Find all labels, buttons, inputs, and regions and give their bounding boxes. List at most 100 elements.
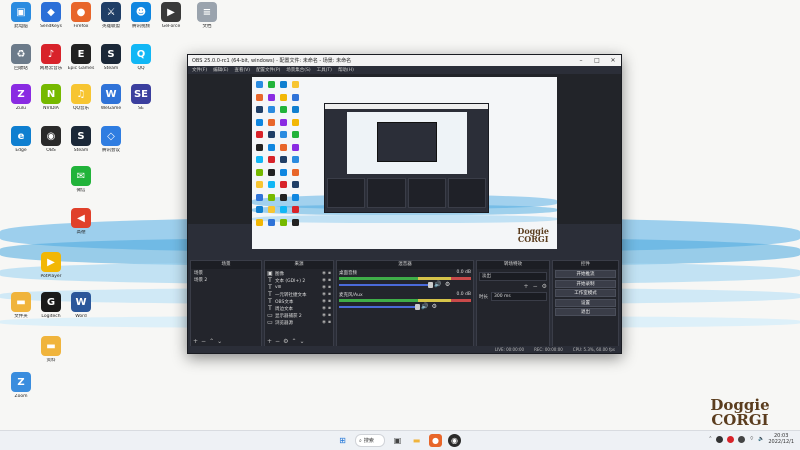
remove-icon[interactable]: −: [533, 283, 538, 290]
desktop-icon[interactable]: W Word: [64, 292, 98, 324]
gear-icon[interactable]: ⚙: [283, 338, 288, 345]
desktop-icon[interactable]: ☻ 腾讯视频: [124, 2, 158, 34]
taskbar-app-icon[interactable]: ●: [429, 434, 442, 447]
gear-icon[interactable]: ⚙: [542, 283, 547, 290]
maximize-icon[interactable]: □: [589, 55, 605, 66]
slider-knob[interactable]: [428, 281, 434, 288]
eye-icon[interactable]: ◉: [322, 320, 326, 325]
menu-profile[interactable]: 配置文件(P): [256, 67, 280, 73]
desktop-icon[interactable]: ▬ 文件夹: [4, 292, 38, 324]
slider-knob[interactable]: [415, 303, 421, 310]
taskbar-clock[interactable]: 20:03 2022/12/1: [768, 433, 794, 445]
lock-icon[interactable]: ▪: [328, 285, 331, 290]
lock-icon[interactable]: ▪: [328, 320, 331, 325]
source-item[interactable]: Tvlll ◉ ▪: [267, 284, 331, 291]
desktop-icon[interactable]: ✉ 微信: [64, 166, 98, 198]
add-icon[interactable]: +: [267, 338, 272, 345]
source-item[interactable]: ▣ 图像 ◉ ▪: [267, 270, 331, 277]
source-item[interactable]: T 一元转社捷文本 ◉ ▪: [267, 291, 331, 298]
start-streaming-button[interactable]: 开始推流: [555, 270, 616, 278]
lock-icon[interactable]: ▪: [328, 299, 331, 304]
eye-icon[interactable]: ◉: [322, 292, 326, 297]
lock-icon[interactable]: ▪: [328, 306, 331, 311]
desktop-icon[interactable]: ◆ SendKeys: [34, 2, 68, 34]
taskbar-search[interactable]: ⌕ 搜索: [355, 434, 385, 447]
studio-mode-button[interactable]: 工作室模式: [555, 289, 616, 297]
desktop-icon[interactable]: ▶ PotPlayer: [34, 252, 68, 284]
file-explorer-icon[interactable]: ▬: [410, 434, 423, 447]
tray-app-icon[interactable]: [716, 435, 724, 443]
desktop-icon[interactable]: S Steam: [94, 44, 128, 76]
chevron-up-icon[interactable]: ⌃: [708, 436, 712, 442]
desktop-icon[interactable]: G Logitech: [34, 292, 68, 324]
volume-slider[interactable]: [339, 303, 421, 310]
windows-start-icon[interactable]: ⊞: [336, 434, 349, 447]
scene-item[interactable]: 场景: [193, 270, 259, 277]
desktop-icon[interactable]: SE SE: [124, 84, 158, 116]
menu-view[interactable]: 查看(V): [234, 67, 250, 73]
eye-icon[interactable]: ◉: [322, 299, 326, 304]
source-item[interactable]: T 文本 (GDI+) 2 ◉ ▪: [267, 277, 331, 284]
volume-icon[interactable]: 🔈: [758, 436, 764, 442]
desktop-icon[interactable]: N NVIDIA: [34, 84, 68, 116]
preview-canvas[interactable]: Doggie CORGI: [252, 77, 557, 249]
volume-slider[interactable]: [339, 281, 434, 288]
source-item[interactable]: T OBS文本 ◉ ▪: [267, 298, 331, 305]
desktop-icon[interactable]: S Steam: [64, 126, 98, 158]
desktop-icon[interactable]: E Epic Games: [64, 44, 98, 76]
speaker-icon[interactable]: 🔊: [421, 303, 428, 310]
lock-icon[interactable]: ▪: [328, 271, 331, 276]
menu-edit[interactable]: 编辑(E): [213, 67, 228, 73]
desktop-icon[interactable]: W WeGame: [94, 84, 128, 116]
gear-icon[interactable]: ⚙: [445, 281, 450, 288]
obs-taskbar-icon[interactable]: ◉: [448, 434, 461, 447]
transition-select[interactable]: 淡出: [479, 272, 547, 281]
desktop-icon[interactable]: ♫ QQ音乐: [64, 84, 98, 116]
desktop-icon[interactable]: e Edge: [4, 126, 38, 158]
desktop-icon[interactable]: ◉ OBS: [34, 126, 68, 158]
eye-icon[interactable]: ◉: [322, 278, 326, 283]
menu-help[interactable]: 帮助(H): [338, 67, 354, 73]
eye-icon[interactable]: ◉: [322, 306, 326, 311]
network-icon[interactable]: ⌔: [749, 436, 754, 442]
desktop-icon[interactable]: ◇ 腾讯会议: [94, 126, 128, 158]
desktop-icon[interactable]: ◀ 高德: [64, 208, 98, 240]
menu-file[interactable]: 文件(F): [192, 67, 207, 73]
desktop-icon[interactable]: ▬ 资料: [34, 336, 68, 368]
source-item[interactable]: ▭ 浏览器源 ◉ ▪: [267, 319, 331, 326]
eye-icon[interactable]: ◉: [322, 285, 326, 290]
desktop-icon[interactable]: ≡ 文档: [190, 2, 224, 34]
desktop-icon[interactable]: ● Firefox: [64, 2, 98, 34]
close-icon[interactable]: ✕: [605, 55, 621, 66]
menu-scene-collection[interactable]: 场景集合(S): [286, 67, 310, 73]
desktop-icon[interactable]: ⚔ 英雄联盟: [94, 2, 128, 34]
eye-icon[interactable]: ◉: [322, 271, 326, 276]
minimize-icon[interactable]: –: [573, 55, 589, 66]
menu-tools[interactable]: 工具(T): [317, 67, 332, 73]
lock-icon[interactable]: ▪: [328, 292, 331, 297]
add-icon[interactable]: +: [524, 283, 529, 290]
remove-icon[interactable]: −: [201, 338, 206, 345]
desktop-icon[interactable]: ▣ 此电脑: [4, 2, 38, 34]
tray-app-icon[interactable]: [727, 435, 735, 443]
desktop-icon[interactable]: Z Zulu: [4, 84, 38, 116]
desktop-icon[interactable]: Q QQ: [124, 44, 158, 76]
lock-icon[interactable]: ▪: [328, 313, 331, 318]
obs-window[interactable]: OBS 25.0.0-rc1 (64-bit, windows) - 配置文件:…: [187, 54, 622, 354]
duration-input[interactable]: 300 ms: [491, 292, 547, 301]
add-icon[interactable]: +: [193, 338, 198, 345]
gear-icon[interactable]: ⚙: [432, 303, 437, 310]
start-recording-button[interactable]: 开始录制: [555, 279, 616, 288]
task-view-icon[interactable]: ▣: [391, 434, 404, 447]
remove-icon[interactable]: −: [275, 338, 280, 345]
obs-titlebar[interactable]: OBS 25.0.0-rc1 (64-bit, windows) - 配置文件:…: [188, 55, 621, 66]
move-up-icon[interactable]: ⌃: [291, 338, 296, 345]
tray-app-icon[interactable]: [738, 435, 746, 443]
source-item[interactable]: T 周边文本 ◉ ▪: [267, 305, 331, 312]
exit-button[interactable]: 退出: [555, 308, 616, 316]
desktop-icon[interactable]: Z Zoom: [4, 372, 38, 404]
desktop-icon[interactable]: ♪ 网易云音乐: [34, 44, 68, 76]
move-down-icon[interactable]: ⌄: [299, 338, 304, 345]
move-down-icon[interactable]: ⌄: [217, 338, 222, 345]
settings-button[interactable]: 设置: [555, 298, 616, 307]
